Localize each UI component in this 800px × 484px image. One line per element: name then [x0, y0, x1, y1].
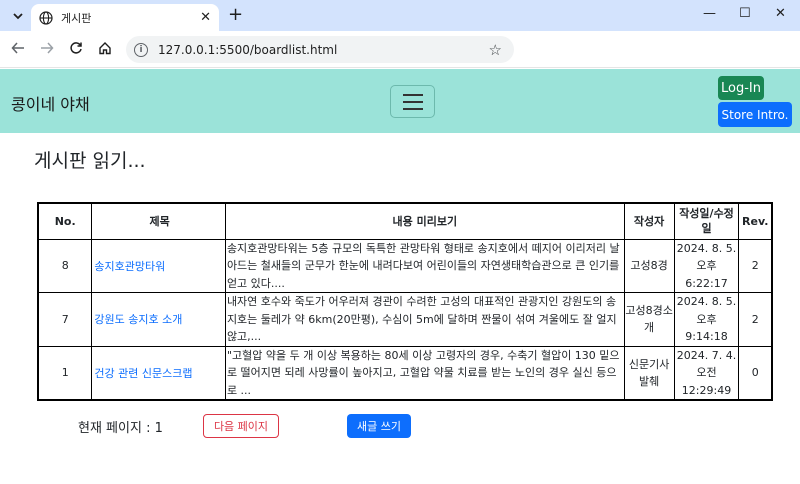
board-table: No. 제목 내용 미리보기 작성자 작성일/수정일 Rev. 8 송지호관망타… — [37, 202, 773, 401]
table-row: 7 강원도 송지호 소개 내자연 호수와 죽도가 어우러져 경관이 수려한 고성… — [37, 292, 773, 347]
row-title-cell: 강원도 송지호 소개 — [91, 292, 226, 347]
login-button[interactable]: Log-In — [718, 76, 764, 100]
column-header-preview: 내용 미리보기 — [224, 202, 625, 240]
window-minimize-button[interactable]: — — [703, 6, 716, 21]
row-author: 고성8경소개 — [623, 292, 675, 347]
row-no: 8 — [37, 238, 93, 293]
row-rev: 2 — [738, 292, 773, 347]
tab-close-icon[interactable]: ✕ — [200, 10, 211, 25]
row-no: 1 — [37, 345, 93, 401]
bookmark-star-icon[interactable]: ☆ — [489, 41, 502, 59]
site-brand[interactable]: 콩이네 야채 — [11, 91, 90, 115]
window-maximize-button[interactable]: ☐ — [739, 6, 751, 21]
column-header-rev: Rev. — [738, 202, 773, 240]
site-header: 콩이네 야채 — [0, 69, 800, 133]
forward-arrow-icon[interactable] — [40, 41, 54, 59]
new-post-button[interactable]: 새글 쓰기 — [347, 414, 411, 438]
row-title-link[interactable]: 송지호관망타워 — [94, 260, 165, 273]
row-title-link[interactable]: 건강 관련 신문스크랩 — [94, 367, 192, 380]
table-header-row: No. 제목 내용 미리보기 작성자 작성일/수정일 Rev. — [37, 202, 773, 240]
back-arrow-icon[interactable] — [11, 41, 25, 59]
window-close-button[interactable]: ✕ — [775, 6, 786, 21]
row-author: 신문기사발췌 — [623, 345, 675, 401]
browser-tabstrip: 게시판 ✕ + — ☐ ✕ — [0, 0, 800, 31]
row-date: 2024. 7. 4. 오전 12:29:49 — [673, 345, 740, 401]
current-page-label: 현재 페이지 : 1 — [78, 421, 163, 436]
column-header-no: No. — [37, 202, 93, 240]
next-page-button[interactable]: 다음 페이지 — [203, 414, 279, 438]
row-date: 2024. 8. 5. 오후 6:22:17 — [673, 238, 740, 293]
row-rev: 2 — [738, 238, 773, 293]
page-title: 게시판 읽기... — [34, 150, 146, 172]
column-header-date: 작성일/수정일 — [673, 202, 740, 240]
row-title-cell: 송지호관망타워 — [91, 238, 226, 293]
table-row: 8 송지호관망타워 송지호관망타워는 5층 규모의 독특한 관망타워 형태로 송… — [37, 238, 773, 293]
row-author: 고성8경 — [623, 238, 675, 293]
row-no: 7 — [37, 292, 93, 347]
row-rev: 0 — [738, 345, 773, 401]
globe-icon — [39, 10, 53, 25]
row-title-cell: 건강 관련 신문스크랩 — [91, 345, 226, 401]
browser-toolbar: i 127.0.0.1:5500/boardlist.html ☆ — [0, 31, 800, 68]
reload-icon[interactable] — [69, 41, 83, 59]
home-icon[interactable] — [98, 41, 112, 59]
new-tab-button[interactable]: + — [228, 6, 243, 24]
column-header-title: 제목 — [91, 202, 226, 240]
site-info-icon[interactable]: i — [134, 42, 148, 57]
menu-toggle-button[interactable] — [390, 85, 435, 118]
hamburger-line — [402, 93, 423, 96]
tab-search-chevron-down-icon[interactable] — [8, 6, 28, 26]
address-url: 127.0.0.1:5500/boardlist.html — [158, 42, 338, 57]
row-preview: "고혈압 약을 두 개 이상 복용하는 80세 이상 고령자의 경우, 수축기 … — [224, 345, 625, 401]
column-header-author: 작성자 — [623, 202, 675, 240]
address-bar[interactable]: i 127.0.0.1:5500/boardlist.html ☆ — [126, 36, 514, 63]
row-date: 2024. 8. 5. 오후 9:14:18 — [673, 292, 740, 347]
row-preview: 내자연 호수와 죽도가 어우러져 경관이 수려한 고성의 대표적인 관광지인 강… — [224, 292, 625, 347]
table-row: 1 건강 관련 신문스크랩 "고혈압 약을 두 개 이상 복용하는 80세 이상… — [37, 345, 773, 401]
tab-title: 게시판 — [61, 11, 92, 25]
hamburger-line — [402, 100, 423, 103]
store-intro-button[interactable]: Store Intro. — [718, 102, 792, 127]
row-title-link[interactable]: 강원도 송지호 소개 — [94, 313, 182, 326]
hamburger-line — [402, 107, 423, 110]
row-preview: 송지호관망타워는 5층 규모의 독특한 관망타워 형태로 송지호에서 떼지어 이… — [224, 238, 625, 293]
browser-tab-active[interactable]: 게시판 ✕ — [31, 4, 219, 31]
